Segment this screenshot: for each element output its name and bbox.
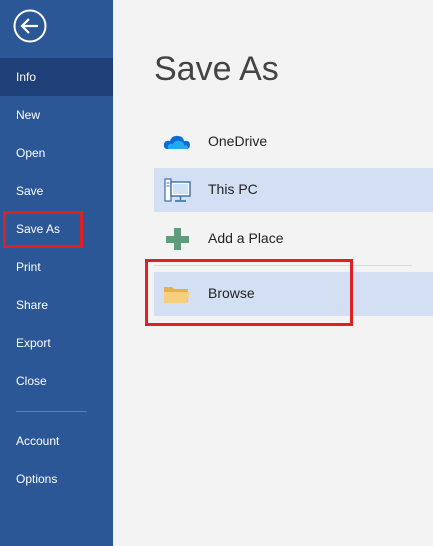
nav-account[interactable]: Account xyxy=(0,422,113,460)
nav-account-label: Account xyxy=(16,434,60,448)
computer-icon xyxy=(164,178,191,202)
nav-new[interactable]: New xyxy=(0,96,113,134)
nav-options[interactable]: Options xyxy=(0,460,113,498)
nav-share[interactable]: Share xyxy=(0,286,113,324)
nav-options-label: Options xyxy=(16,472,58,486)
main-panel: Save As OneDrive This PC Add a Place Bro… xyxy=(113,0,433,546)
location-this-pc-label: This PC xyxy=(208,181,258,197)
location-onedrive-label: OneDrive xyxy=(208,133,268,149)
nav-close-label: Close xyxy=(16,374,47,388)
save-as-highlight-box xyxy=(3,211,83,248)
nav-info-label: Info xyxy=(16,70,37,84)
location-this-pc[interactable]: This PC xyxy=(154,168,433,212)
back-arrow-icon[interactable] xyxy=(13,9,47,43)
plus-icon xyxy=(166,228,189,250)
nav-open-label: Open xyxy=(16,146,46,160)
cloud-icon xyxy=(163,135,190,149)
nav-info[interactable]: Info xyxy=(0,58,113,96)
nav-share-label: Share xyxy=(16,298,49,312)
nav-save-label: Save xyxy=(16,184,44,198)
nav-save[interactable]: Save xyxy=(0,172,113,210)
nav-close[interactable]: Close xyxy=(0,362,113,400)
location-onedrive[interactable]: OneDrive xyxy=(154,120,433,164)
browse-highlight-box xyxy=(145,259,353,326)
nav-new-label: New xyxy=(16,108,41,122)
location-add-place[interactable]: Add a Place xyxy=(154,217,433,261)
nav-print-label: Print xyxy=(16,260,41,274)
nav-print[interactable]: Print xyxy=(0,248,113,286)
nav-export-label: Export xyxy=(16,336,51,350)
nav-open[interactable]: Open xyxy=(0,134,113,172)
backstage-sidebar: Info New Open Save Save As Print Share E… xyxy=(0,0,113,546)
nav-export[interactable]: Export xyxy=(0,324,113,362)
sidebar-divider xyxy=(16,411,87,412)
page-title: Save As xyxy=(154,50,279,88)
location-add-place-label: Add a Place xyxy=(208,230,284,246)
